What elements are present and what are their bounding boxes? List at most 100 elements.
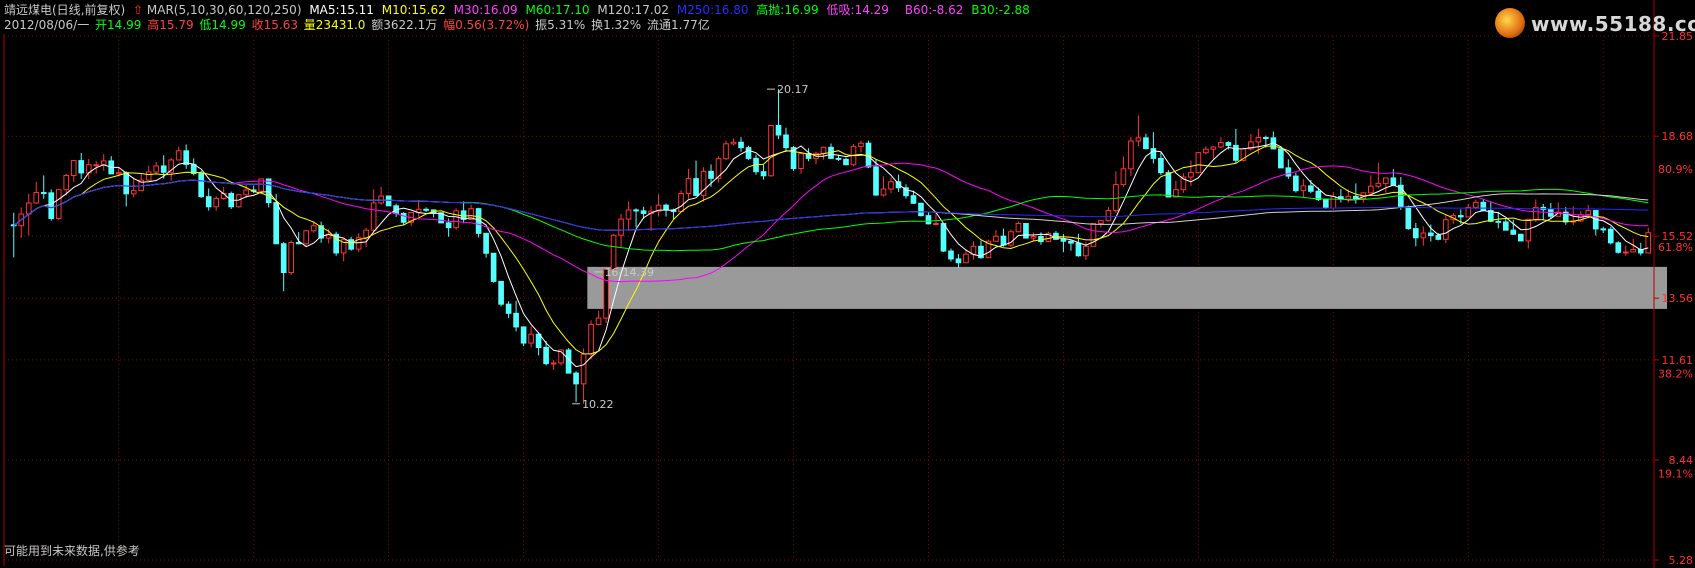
candle-body (1143, 137, 1149, 150)
candle-body (993, 235, 999, 242)
candle-body (490, 252, 497, 282)
candle-body (730, 141, 737, 145)
m10-value: M10:15.62 (381, 3, 446, 17)
candle-body (940, 223, 947, 252)
candle (970, 241, 977, 260)
candle-body (775, 124, 782, 136)
candle-body (385, 195, 392, 207)
candle-body (145, 171, 152, 181)
candle-body (1233, 144, 1239, 161)
candle (940, 222, 947, 252)
candle (723, 140, 729, 160)
moving-averages (13, 142, 1649, 368)
candle-body (1495, 220, 1502, 223)
candle (843, 157, 849, 166)
candle (70, 159, 77, 183)
candle (1188, 160, 1194, 187)
candle-body (453, 210, 459, 229)
candle (955, 254, 962, 269)
candle (1023, 223, 1029, 239)
candle-body (1585, 210, 1592, 216)
candle (1525, 218, 1532, 249)
candle-body (1420, 232, 1427, 239)
candle (1068, 239, 1074, 251)
b30-value: B30:-2.88 (971, 3, 1030, 17)
quote-high: 高15.79 (147, 18, 194, 32)
candle (813, 151, 819, 165)
quote-close: 收15.63 (251, 18, 298, 32)
candle-body (745, 147, 752, 159)
candle (1368, 175, 1374, 194)
candle (1278, 148, 1284, 169)
candle-body (198, 173, 205, 198)
candle-body (1390, 177, 1397, 186)
candle-body (618, 218, 624, 236)
candle-body (1210, 146, 1217, 150)
candle (760, 164, 767, 180)
candle (1412, 222, 1419, 247)
candlestick-chart[interactable]: 21.8518.6815.5213.5611.618.445.2880.9%61… (0, 0, 1695, 568)
candle (1420, 226, 1427, 246)
candle (33, 181, 40, 204)
site-logo[interactable]: www.55188.com (1495, 6, 1695, 40)
candle (1600, 226, 1607, 234)
candle-body (798, 153, 804, 170)
candle-body (1000, 235, 1007, 246)
candle-body (520, 326, 527, 344)
candle-body (445, 222, 452, 229)
candle-body (378, 195, 384, 204)
candle (198, 170, 205, 198)
candle-body (498, 280, 504, 305)
candle-body (1630, 248, 1637, 253)
candle-body (25, 202, 32, 215)
candle (318, 221, 324, 243)
candle (1622, 245, 1629, 256)
candle (1330, 192, 1337, 210)
candle-body (1255, 137, 1262, 143)
candle-body (310, 225, 317, 232)
footer-note: 可能用到未来数据,供参考 (4, 544, 140, 558)
candle (1442, 214, 1449, 244)
candle-body (963, 253, 969, 264)
candle-body (1510, 229, 1517, 235)
ma10-line (13, 145, 1649, 355)
candle-body (955, 258, 962, 264)
candle (10, 212, 17, 258)
m250-value: M250:16.80 (676, 3, 749, 17)
candle (1615, 241, 1622, 254)
candle-body (483, 232, 489, 254)
annotation-label: 16-14.39 (605, 266, 654, 279)
candle-body (1607, 228, 1614, 244)
candle-body (1615, 242, 1622, 253)
candle-body (1225, 142, 1232, 146)
indicator-name[interactable]: MAR(5,10,30,60,120,250) (147, 3, 302, 17)
candle (648, 206, 654, 231)
candle-body (213, 198, 220, 208)
quote-change: 幅0.56(3.72%) (443, 18, 530, 32)
logo-text: www.55188.com (1531, 12, 1695, 36)
stock-title[interactable]: 靖远煤电(日线,前复权) (4, 3, 125, 17)
candle-body (1412, 228, 1419, 239)
candle-body (1293, 175, 1299, 192)
candle-body (100, 160, 107, 166)
percent-label: 38.2% (1658, 367, 1693, 380)
candle-body (1030, 235, 1037, 239)
candle (1300, 179, 1307, 198)
candle-body (1165, 172, 1172, 198)
candle-body (1158, 157, 1164, 174)
candle-body (1465, 206, 1472, 218)
quote-header: 2012/08/06/一 开14.99 高15.79 低14.99 收15.63… (4, 16, 714, 33)
candle-body (948, 250, 954, 260)
ma30-line (13, 162, 1649, 283)
candle (1015, 221, 1022, 233)
candle (1293, 172, 1299, 193)
candle-body (78, 160, 85, 174)
candle (18, 207, 25, 238)
candle (1075, 233, 1082, 257)
quote-float: 流通1.77亿 (647, 18, 710, 32)
candle-body (1300, 185, 1307, 192)
candle-body (423, 208, 429, 211)
candle-body (1457, 215, 1464, 218)
candle-body (543, 346, 549, 365)
candle-body (175, 150, 182, 161)
